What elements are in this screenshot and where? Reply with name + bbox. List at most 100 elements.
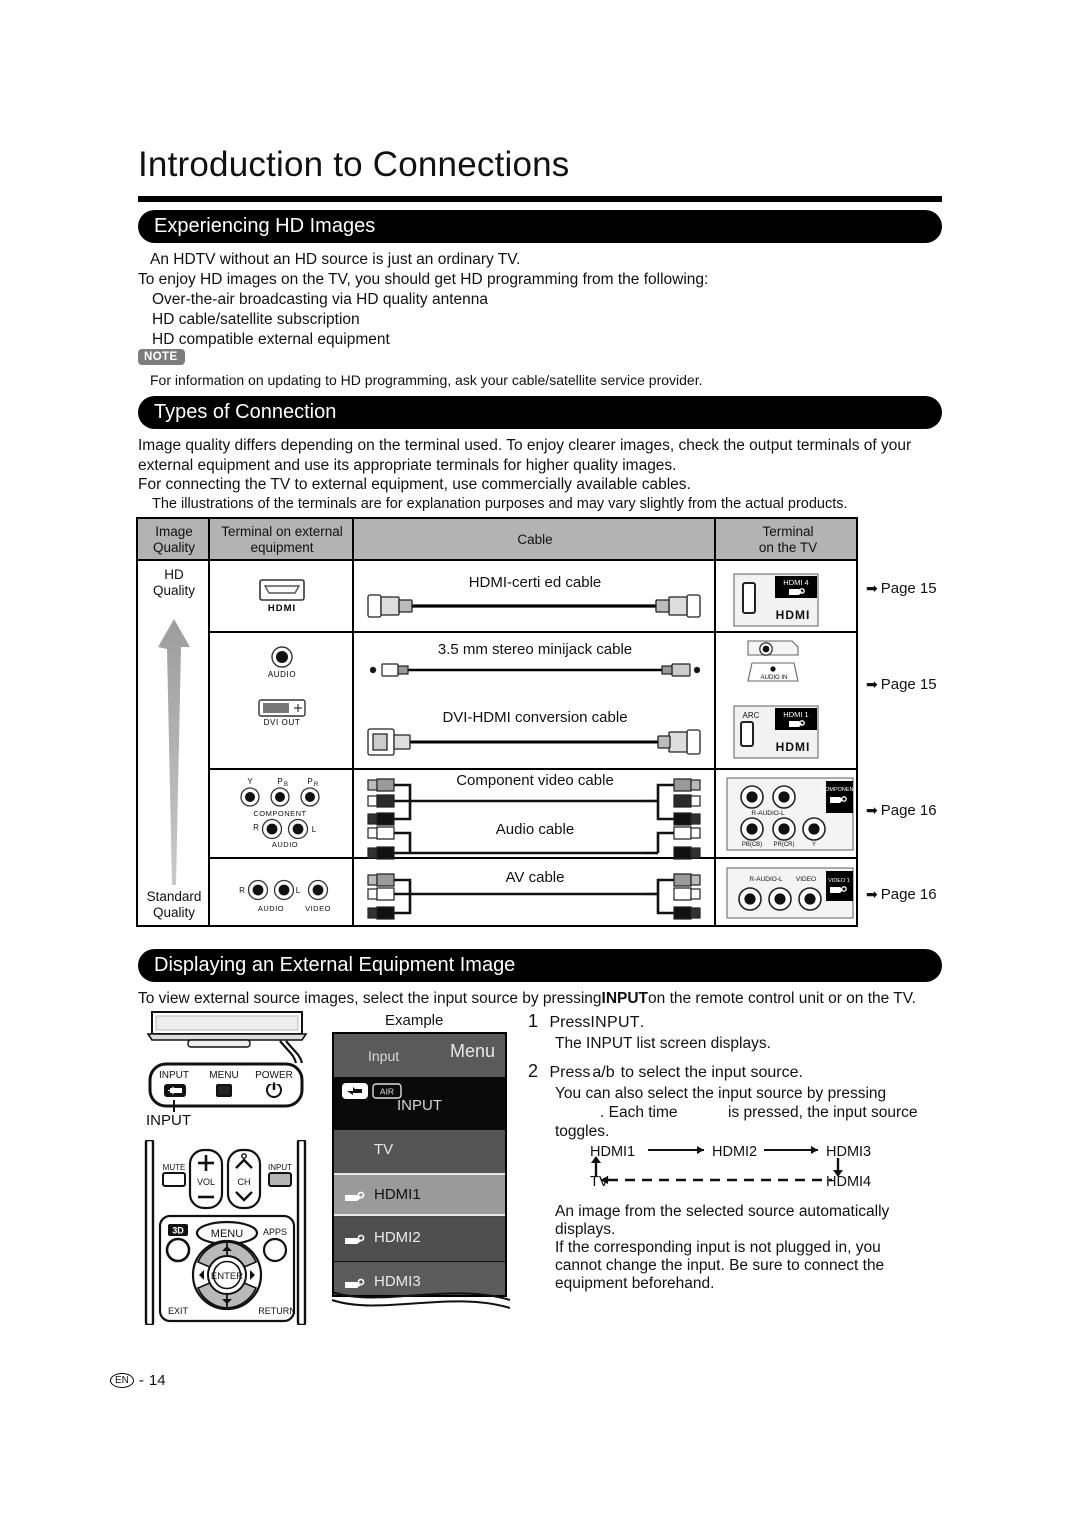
- footer-page-number: 14: [148, 1372, 166, 1389]
- result-line-3: If the corresponding input is not plugge…: [555, 1239, 881, 1256]
- svg-text:AUDIO IN: AUDIO IN: [761, 675, 788, 681]
- th-image-quality: Image Quality: [152, 524, 196, 555]
- page-footer: EN -14: [110, 1372, 166, 1389]
- svg-text:P: P: [307, 777, 312, 786]
- svg-text:ENTER: ENTER: [211, 1271, 243, 1282]
- osd-item-hdmi2[interactable]: HDMI2: [334, 1218, 505, 1261]
- osd-item-label: HDMI1: [374, 1186, 421, 1203]
- page-ref-arrow-icon: ➡: [866, 802, 878, 818]
- hd-bullet-2: HD cable/satellite subscription: [152, 311, 360, 328]
- step-2-sub-2: . Each time: [600, 1104, 678, 1121]
- external-terminal-dvi: DVI OUT: [242, 699, 322, 727]
- th-cable: Cable: [517, 532, 553, 547]
- note-text: For information on updating to HD progra…: [150, 372, 703, 388]
- display-intro-line: To view external source images, select t…: [138, 990, 916, 1007]
- note-badge: NOTE: [138, 349, 185, 365]
- section-header-displaying-external: Displaying an External Equipment Image: [138, 949, 942, 982]
- step-2: 2 Press a/b to select the input source.: [528, 1061, 803, 1081]
- page-ref-1[interactable]: ➡ Page 15: [866, 580, 937, 597]
- result-line-1: An image from the selected source automa…: [555, 1203, 890, 1220]
- external-terminal-component: Y P B P R COMPONENT R L AUDIO: [228, 775, 338, 853]
- remote-control-illustration: MUTE VOL CH INPUT 3D MENU APPS ENTER EXI…: [144, 1140, 307, 1325]
- external-terminal-hdmi: HDMI: [242, 579, 322, 614]
- intro-input-keyword: INPUT: [601, 990, 649, 1007]
- connection-table: Image Quality Terminal on external equip…: [136, 517, 858, 927]
- quality-label-hd: HD Quality: [152, 567, 196, 598]
- types-para-4: The illustrations of the terminals are f…: [152, 496, 848, 512]
- osd-input-label: Input: [368, 1048, 400, 1064]
- result-line-5: equipment beforehand.: [555, 1275, 715, 1292]
- osd-item-hdmi1[interactable]: HDMI1: [334, 1173, 505, 1216]
- svg-text:HDMI: HDMI: [776, 740, 811, 754]
- tv-terminal-component: R-AUDIO-L PB(CB) PR(CR) Y COMPONENT: [726, 777, 854, 851]
- cable-illustration-audio: [367, 826, 701, 860]
- svg-text:HDMI: HDMI: [776, 608, 811, 622]
- quality-gradient-arrow: [158, 619, 190, 885]
- svg-text:HDMI 1: HDMI 1: [783, 710, 808, 719]
- page-ref-2[interactable]: ➡ Page 15: [866, 676, 937, 693]
- result-line-4: cannot change the input. Be sure to conn…: [555, 1257, 885, 1274]
- tv-terminal-video1: R-AUDIO-L VIDEO VIDEO 1: [726, 867, 854, 919]
- svg-text:COMPONENT: COMPONENT: [821, 787, 854, 793]
- tv-terminal-audio-in: AUDIO IN: [738, 637, 818, 705]
- svg-text:B: B: [284, 782, 288, 788]
- cable-label-minijack: 3.5 mm stereo minijack cable: [437, 641, 633, 658]
- cable-illustration-av: [367, 873, 701, 920]
- quality-label-standard: Standard Quality: [146, 889, 202, 920]
- svg-text:VIDEO: VIDEO: [796, 876, 816, 883]
- cable-label-hdmi: HDMI-certi ed cable: [468, 574, 602, 591]
- manual-page: Introduction to Connections Experiencing…: [0, 0, 1080, 1527]
- page-ref-arrow-icon: ➡: [866, 580, 878, 596]
- table-hline-1: [210, 631, 856, 633]
- result-line-2: displays.: [555, 1221, 616, 1238]
- external-terminal-audio-label: AUDIO: [267, 670, 297, 679]
- hd-line-1: An HDTV without an HD source is just an …: [150, 251, 521, 268]
- cable-illustration-minijack: [370, 663, 700, 677]
- types-para-3: For connecting the TV to external equipm…: [138, 476, 691, 493]
- svg-text:PR(CR): PR(CR): [774, 842, 795, 848]
- step-2-sub-1: You can also select the input source by …: [555, 1085, 887, 1102]
- svg-text:Y: Y: [812, 842, 816, 848]
- svg-text:APPS: APPS: [263, 1227, 287, 1237]
- page-ref-4[interactable]: ➡ Page 16: [866, 886, 937, 903]
- tv-input-callout-label: INPUT: [146, 1112, 191, 1129]
- svg-text:R: R: [253, 823, 259, 832]
- types-para-1: Image quality differs depending on the t…: [138, 437, 912, 454]
- external-terminal-av: R L AUDIO VIDEO: [228, 871, 338, 917]
- osd-menu-label[interactable]: Menu: [450, 1041, 495, 1062]
- svg-text:AUDIO: AUDIO: [258, 904, 284, 913]
- svg-text:CH: CH: [238, 1177, 251, 1187]
- svg-text:VIDEO: VIDEO: [305, 904, 331, 913]
- svg-text:VOL: VOL: [197, 1177, 215, 1187]
- th-terminal-external: Terminal on external equipment: [221, 524, 343, 555]
- svg-text:MENU: MENU: [209, 1070, 238, 1081]
- step-2-sub-3: is pressed, the input source: [728, 1104, 918, 1121]
- th-terminal-tv: Terminal on the TV: [758, 524, 818, 555]
- osd-item-tv[interactable]: TV: [334, 1130, 505, 1173]
- input-list-screen: Input Menu AIR INPUT TV HDMI1 HDMI2 HDMI…: [332, 1032, 507, 1297]
- svg-text:3D: 3D: [172, 1226, 184, 1236]
- step-1-input-key: INPUT: [590, 1014, 640, 1031]
- step-2-sub-4: toggles.: [555, 1123, 610, 1140]
- svg-text:HDMI 4: HDMI 4: [783, 578, 808, 587]
- section-header-types-of-connection: Types of Connection: [138, 396, 942, 429]
- step-2-key-up: a: [592, 1064, 602, 1081]
- svg-text:P: P: [277, 777, 282, 786]
- svg-text:INPUT: INPUT: [268, 1163, 292, 1172]
- svg-text:L: L: [296, 886, 301, 895]
- external-terminal-dvi-label: DVI OUT: [263, 718, 301, 727]
- svg-text:Y: Y: [247, 777, 253, 786]
- hdmi-link-icon: [345, 1234, 365, 1244]
- toggle-flow-arrows: [591, 1146, 843, 1184]
- hdmi-link-icon: [345, 1191, 365, 1201]
- osd-torn-edge: [331, 1291, 511, 1309]
- svg-text:EXIT: EXIT: [168, 1306, 189, 1316]
- svg-text:R: R: [314, 782, 319, 788]
- svg-text:L: L: [312, 825, 317, 834]
- hd-bullet-3: HD compatible external equipment: [152, 331, 390, 348]
- svg-text:MENU: MENU: [211, 1228, 243, 1240]
- external-terminal-hdmi-label: HDMI: [267, 603, 297, 614]
- svg-text:R-AUDIO-L: R-AUDIO-L: [751, 810, 785, 817]
- page-title: Introduction to Connections: [138, 145, 570, 184]
- page-ref-3[interactable]: ➡ Page 16: [866, 802, 937, 819]
